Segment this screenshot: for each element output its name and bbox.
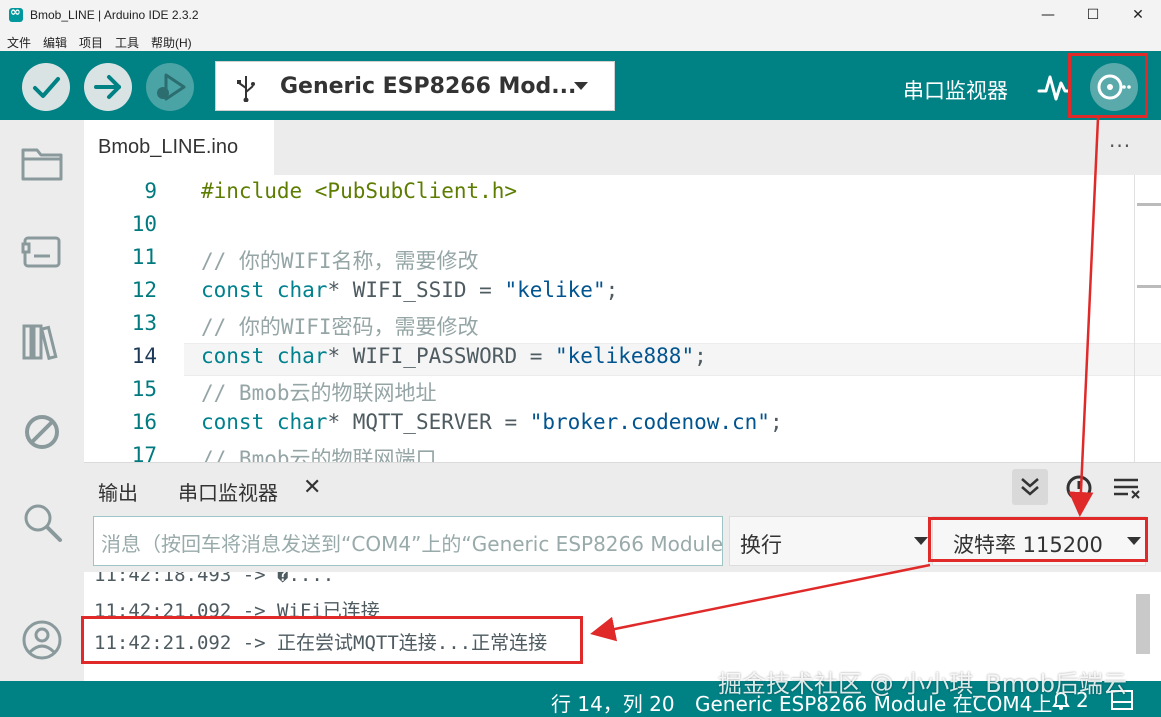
close-window-button[interactable]: ✕ <box>1115 0 1161 31</box>
code-text: // Bmob云的物联网地址 <box>201 381 437 405</box>
code-text: const char* MQTT_SERVER = "broker.codeno… <box>201 410 783 434</box>
tab-serial-monitor[interactable]: 串口监视器 <box>178 477 278 506</box>
debug-icon <box>157 73 186 101</box>
menu-bar: 文件 编辑 项目 工具 帮助(H) <box>0 31 1161 51</box>
chevron-down-icon <box>574 82 588 90</box>
highlight-output-line <box>81 616 583 664</box>
line-number: 9 <box>144 179 157 203</box>
debug-button[interactable] <box>146 63 194 111</box>
timestamp-toggle-icon[interactable] <box>1064 473 1094 503</box>
line-number: 11 <box>131 245 157 269</box>
line-ending-select[interactable]: 换行 <box>729 516 929 566</box>
code-text: const char* WIFI_SSID = "kelike"; <box>201 278 619 302</box>
upload-button[interactable] <box>84 63 132 111</box>
line-number: 15 <box>131 377 157 401</box>
autoscroll-button[interactable] <box>1012 469 1048 505</box>
menu-edit[interactable]: 编辑 <box>43 34 67 51</box>
output-scrollbar[interactable] <box>1136 594 1150 654</box>
close-icon[interactable]: ✕ <box>303 475 321 500</box>
debug-disabled-icon[interactable] <box>20 410 64 454</box>
serial-plotter-icon[interactable] <box>1037 69 1071 103</box>
usb-icon <box>237 76 255 102</box>
code-text: #include <PubSubClient.h> <box>201 179 518 203</box>
board-name: Generic ESP8266 Mod... <box>280 74 577 99</box>
serial-monitor-label: 串口监视器 <box>903 79 1008 103</box>
check-icon <box>33 77 60 98</box>
maximize-button[interactable]: ☐ <box>1070 0 1116 31</box>
minimize-button[interactable]: — <box>1025 0 1071 31</box>
line-number: 16 <box>131 410 157 434</box>
board-selector[interactable]: Generic ESP8266 Mod... <box>215 61 615 111</box>
arduino-logo-icon <box>9 5 23 22</box>
minimap-line <box>1137 203 1161 206</box>
toolbar: Generic ESP8266 Mod... 串口监视器 <box>0 51 1161 120</box>
cursor-position: 行 14，列 20 <box>551 692 675 716</box>
code-editor[interactable]: 9 #include <PubSubClient.h> 10 11 // 你的WIFI名… <box>84 175 1161 462</box>
editor-scrollbar[interactable] <box>1134 175 1135 462</box>
verify-button[interactable] <box>22 63 70 111</box>
folder-icon[interactable] <box>20 140 64 184</box>
highlight-baud-rate <box>928 517 1148 562</box>
minimap-line <box>1137 285 1161 288</box>
library-icon[interactable] <box>20 320 64 364</box>
account-icon[interactable] <box>20 618 64 662</box>
line-number: 12 <box>131 278 157 302</box>
double-chevron-down-icon <box>1021 478 1039 496</box>
line-number: 14 <box>131 344 157 368</box>
code-text: // 你的WIFI名称，需要修改 <box>201 249 479 273</box>
bottom-panel-header: 输出 串口监视器 ✕ <box>84 462 1161 510</box>
title-bar: Bmob_LINE | Arduino IDE 2.3.2 — ☐ ✕ <box>0 0 1161 31</box>
board-manager-icon[interactable] <box>20 230 64 274</box>
line-number: 17 <box>131 443 157 462</box>
output-line: 11:42:18.493 -> �.... <box>94 572 335 586</box>
more-icon[interactable]: ··· <box>1109 134 1131 158</box>
search-icon[interactable] <box>20 500 64 544</box>
arrow-right-icon <box>94 75 121 99</box>
menu-sketch[interactable]: 项目 <box>79 34 103 51</box>
code-text: // 你的WIFI密码，需要修改 <box>201 315 479 339</box>
line-number: 10 <box>131 212 157 236</box>
tab-output[interactable]: 输出 <box>98 477 138 506</box>
tab-sketch[interactable]: Bmob_LINE.ino <box>84 120 274 175</box>
activity-bar <box>0 120 84 681</box>
menu-help[interactable]: 帮助(H) <box>151 34 192 51</box>
line-number: 13 <box>131 311 157 335</box>
watermark: 掘金技术社区 @ 小小琪_Bmob后端云 <box>718 670 1128 698</box>
menu-file[interactable]: 文件 <box>7 34 31 51</box>
highlight-serial-monitor <box>1068 53 1148 118</box>
clear-output-icon[interactable] <box>1112 475 1142 501</box>
message-input[interactable]: 消息（按回车将消息发送到“COM4”上的“Generic ESP8266 Mod… <box>93 516 723 566</box>
tab-label: Bmob_LINE.ino <box>98 136 239 158</box>
menu-tools[interactable]: 工具 <box>115 34 139 51</box>
line-ending-value: 换行 <box>740 533 782 557</box>
code-text: // Bmob云的物联网端口 <box>201 447 437 462</box>
chevron-down-icon <box>914 537 928 545</box>
editor-tab-strip: Bmob_LINE.ino ··· <box>84 120 1161 175</box>
code-text: const char* WIFI_PASSWORD = "kelike888"; <box>201 344 707 368</box>
window-title: Bmob_LINE | Arduino IDE 2.3.2 <box>30 8 199 22</box>
